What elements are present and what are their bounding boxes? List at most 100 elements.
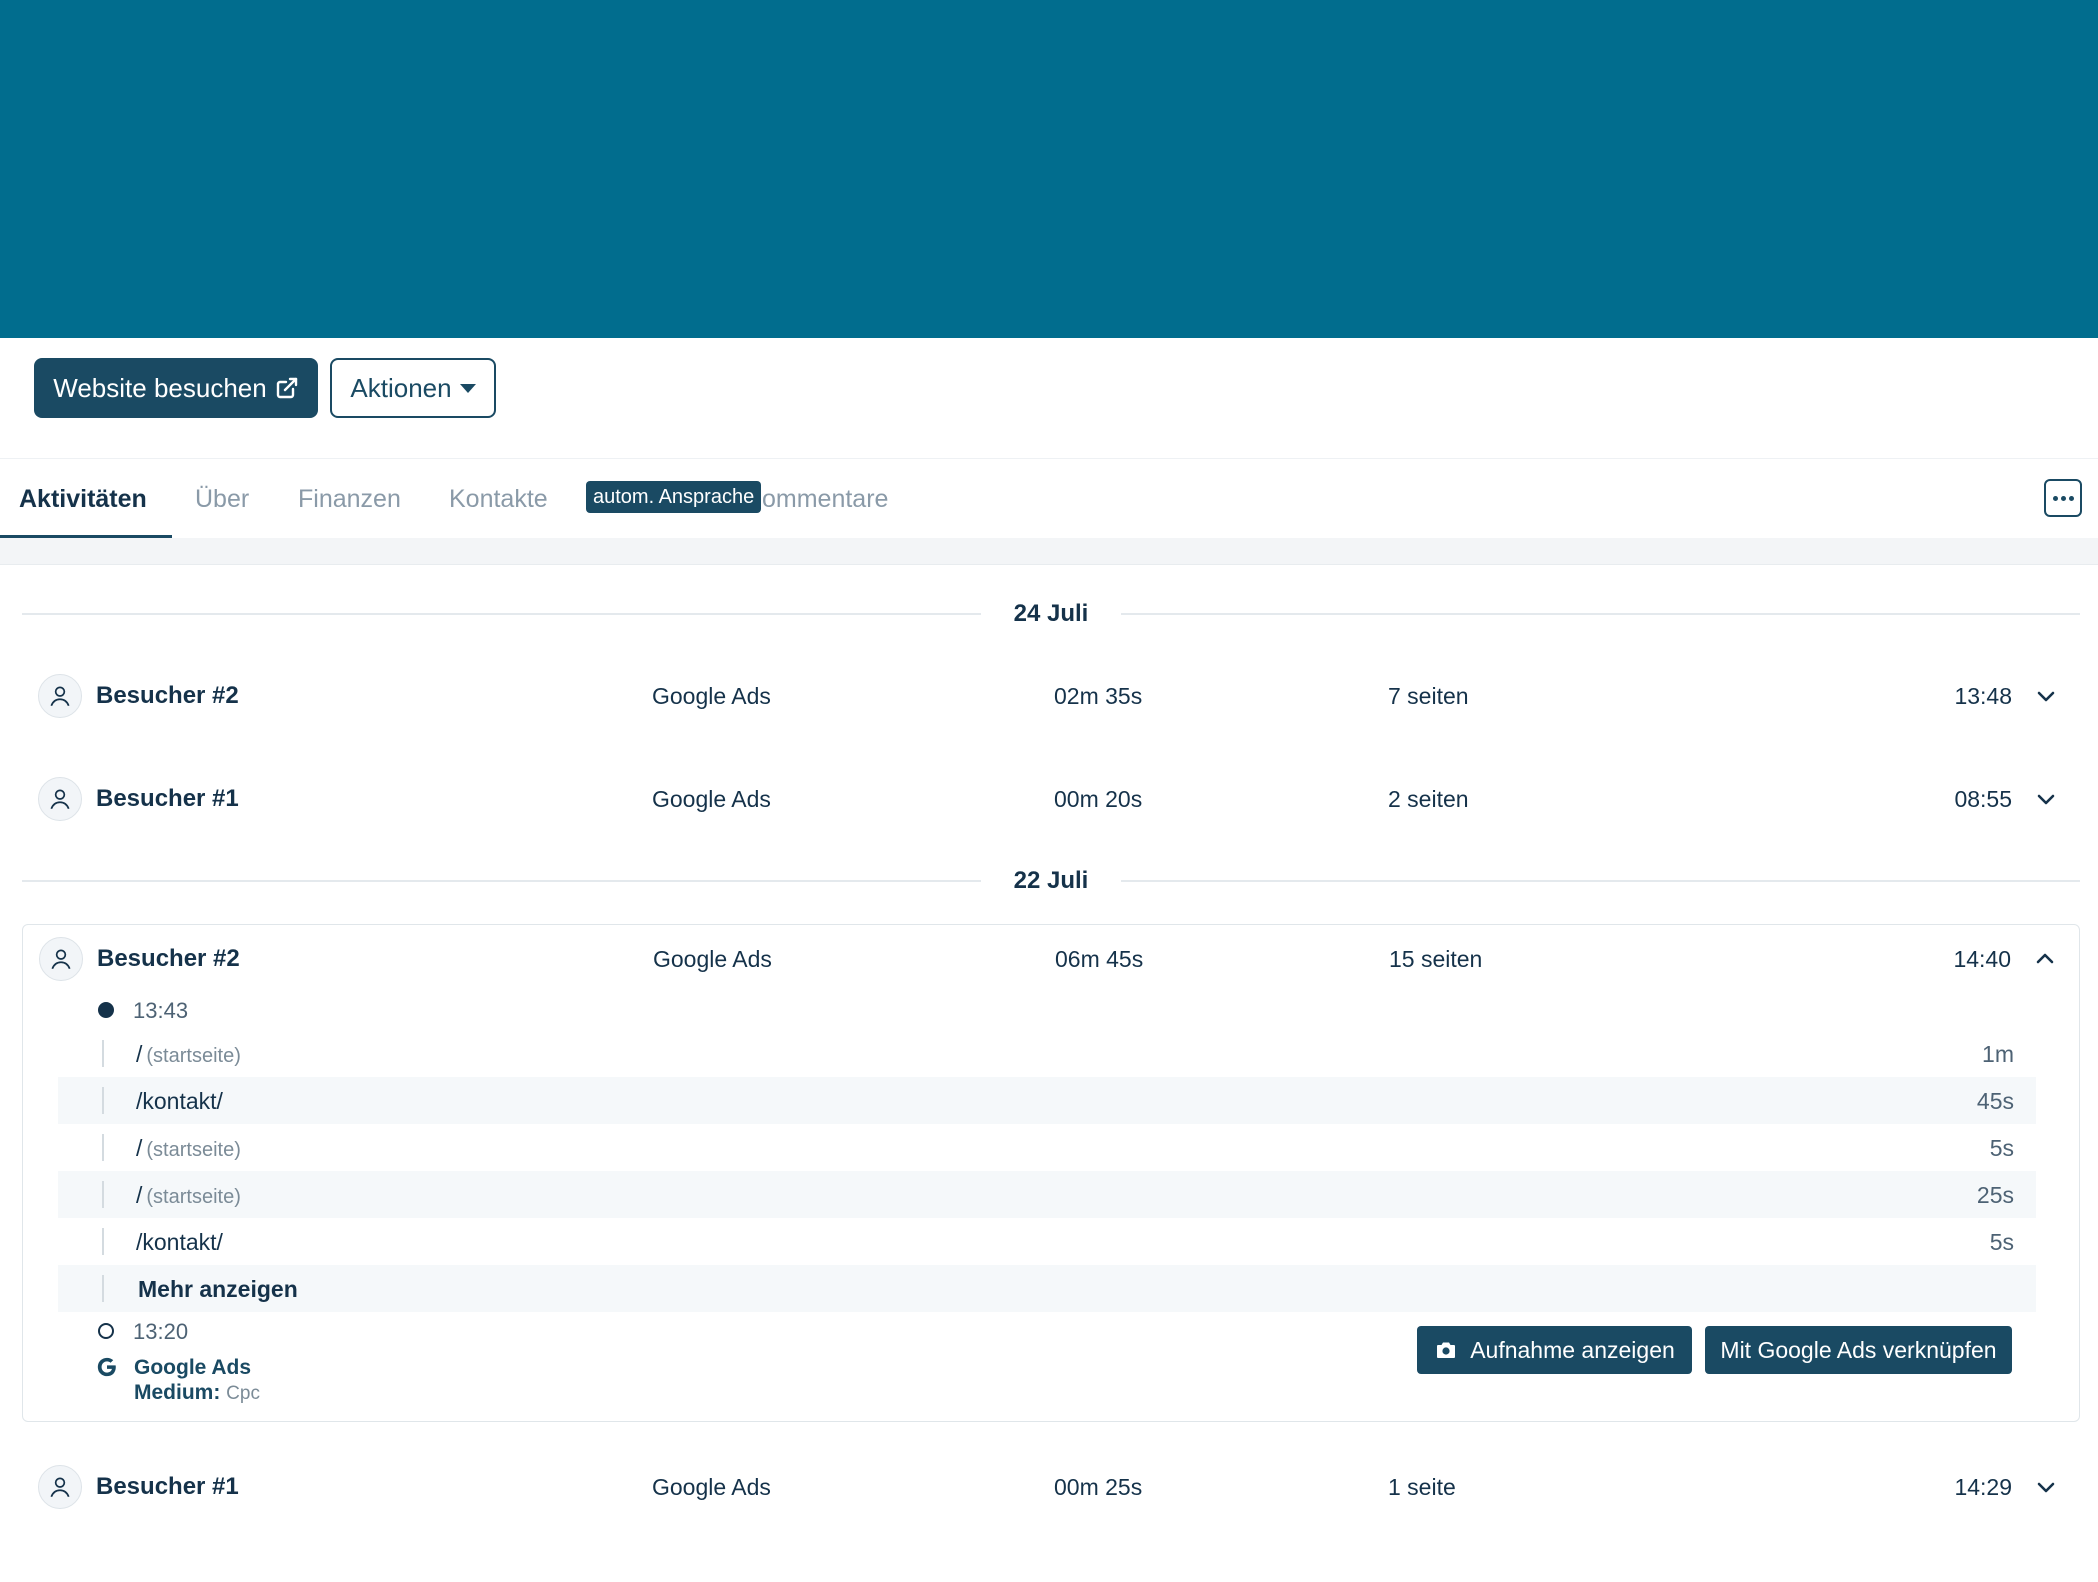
divider [22, 880, 981, 882]
date-separator: 22 Juli [22, 861, 2080, 901]
more-dot [2060, 495, 2066, 501]
page-duration: 25s [1976, 1182, 2014, 1208]
caret-down-icon [459, 383, 476, 393]
visit-source: Google Ads [652, 1474, 771, 1500]
date-label: 24 Juli [1013, 600, 1089, 627]
visit-source: Google Ads [652, 786, 771, 812]
chevron-up-icon[interactable] [2033, 947, 2057, 971]
section-gap [0, 538, 2098, 564]
tab-bar: Aktivitäten Über Finanzen Kontakte ommen… [0, 458, 2098, 538]
tab-finanzen[interactable]: Finanzen [298, 459, 401, 539]
page-path: / (startseite) [136, 1135, 241, 1162]
divider [1121, 880, 2080, 882]
visit-duration: 00m 25s [1054, 1474, 1143, 1500]
actions-dropdown-button[interactable]: Aktionen [330, 358, 496, 418]
visit-pages: 2 seiten [1388, 786, 1469, 812]
external-link-icon [276, 377, 297, 399]
actions-label: Aktionen [350, 372, 452, 403]
page-duration: 45s [1976, 1088, 2014, 1114]
visit-pages: 15 seiten [1389, 946, 1483, 972]
show-more-row[interactable]: Mehr anzeigen [58, 1265, 2036, 1312]
visit-row[interactable]: Besucher #2 Google Ads 06m 45s 15 seiten… [23, 929, 2079, 989]
date-separator: 24 Juli [22, 594, 2080, 634]
page-view-row: / (startseite) 5s [58, 1124, 2036, 1171]
link-google-ads-button[interactable]: Mit Google Ads verknüpfen [1705, 1326, 2012, 1374]
show-recording-label: Aufnahme anzeigen [1470, 1336, 1675, 1363]
cover-banner [0, 0, 2098, 338]
visit-time: 13:48 [1954, 683, 2012, 709]
timeline-end-time: 13:20 [133, 1319, 189, 1344]
visit-row[interactable]: Besucher #1 Google Ads 00m 20s 2 seiten … [22, 769, 2080, 829]
traffic-source-name: Google Ads [134, 1356, 252, 1379]
visitor-name: Besucher #2 [96, 682, 239, 709]
visit-time: 08:55 [1954, 786, 2012, 812]
medium-value: Cpc [226, 1383, 260, 1404]
visit-website-label: Website besuchen [53, 372, 267, 403]
visitor-name: Besucher #2 [97, 945, 240, 972]
medium-label: Medium: [134, 1381, 221, 1404]
show-more-link[interactable]: Mehr anzeigen [138, 1276, 298, 1303]
page-view-row: / (startseite) 1m [58, 1030, 2036, 1077]
visit-time: 14:29 [1954, 1474, 2012, 1500]
page-path: /kontakt/ [136, 1229, 227, 1256]
tab-kommentare[interactable]: ommentare [762, 459, 888, 539]
page-path-value: / [136, 1182, 143, 1208]
page-view-row: /kontakt/ 45s [58, 1077, 2036, 1124]
timeline-bar [102, 1134, 104, 1161]
visit-duration: 06m 45s [1055, 946, 1144, 972]
visit-row[interactable]: Besucher #2 Google Ads 02m 35s 7 seiten … [22, 666, 2080, 726]
page-hint: (startseite) [146, 1139, 241, 1161]
timeline-bar [102, 1228, 104, 1255]
user-icon [38, 1465, 82, 1509]
page-view-row: /kontakt/ 5s [58, 1218, 2036, 1265]
visit-row[interactable]: Besucher #1 Google Ads 00m 25s 1 seite 1… [22, 1457, 2080, 1517]
traffic-source-medium: Medium: Cpc [134, 1381, 260, 1405]
show-recording-button[interactable]: Aufnahme anzeigen [1417, 1326, 1692, 1374]
page-duration: 5s [1989, 1229, 2014, 1255]
page-hint: (startseite) [146, 1045, 241, 1067]
page-path-value: / [136, 1041, 143, 1067]
user-icon [39, 937, 83, 981]
page-view-row: / (startseite) 25s [58, 1171, 2036, 1218]
visit-source: Google Ads [652, 683, 771, 709]
page-path: /kontakt/ [136, 1088, 227, 1115]
user-icon [38, 777, 82, 821]
timeline-bar [102, 1040, 104, 1067]
timeline-bar [102, 1087, 104, 1114]
visit-source: Google Ads [653, 946, 772, 972]
page-path-value: /kontakt/ [136, 1229, 223, 1255]
tab-tooltip: autom. Ansprache [586, 481, 762, 513]
visit-pages: 7 seiten [1388, 683, 1469, 709]
tab-ueber[interactable]: Über [195, 459, 249, 539]
visit-duration: 02m 35s [1054, 683, 1143, 709]
timeline-start-time: 13:43 [133, 998, 189, 1023]
more-options-button[interactable] [2044, 479, 2082, 517]
page-path-value: / [136, 1135, 143, 1161]
more-dot [2068, 495, 2074, 501]
page-duration: 5s [1989, 1135, 2014, 1161]
actions-bar: Website besuchen Aktionen [0, 338, 2098, 458]
date-label: 22 Juli [1013, 867, 1089, 894]
tab-kontakte[interactable]: Kontakte [449, 459, 548, 539]
visitor-name: Besucher #1 [96, 785, 239, 812]
page-path-value: /kontakt/ [136, 1088, 223, 1114]
camera-icon [1437, 1342, 1456, 1358]
visit-duration: 00m 20s [1054, 786, 1143, 812]
chevron-down-icon[interactable] [2034, 684, 2058, 708]
page-path: / (startseite) [136, 1041, 241, 1068]
timeline-end-dot [98, 1323, 114, 1339]
timeline-bar [102, 1275, 104, 1302]
more-dots-icon [2052, 495, 2058, 501]
timeline-bar [102, 1181, 104, 1208]
user-icon [38, 674, 82, 718]
divider [1121, 613, 2080, 615]
visit-time: 14:40 [1953, 946, 2011, 972]
tab-aktivitaeten[interactable]: Aktivitäten [19, 459, 147, 539]
page-duration: 1m [1982, 1041, 2014, 1067]
chevron-down-icon[interactable] [2034, 1475, 2058, 1499]
chevron-down-icon[interactable] [2034, 787, 2058, 811]
page-hint: (startseite) [146, 1186, 241, 1208]
visit-website-button[interactable]: Website besuchen [34, 358, 318, 418]
visit-pages: 1 seite [1388, 1474, 1456, 1500]
google-icon [97, 1357, 116, 1377]
